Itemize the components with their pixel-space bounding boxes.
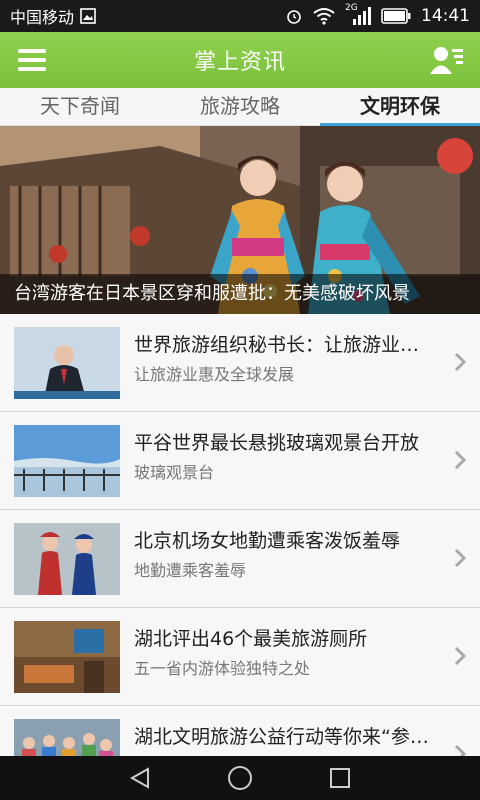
article-thumbnail [14,523,120,595]
page-title: 掌上资讯 [193,50,286,75]
list-item[interactable]: 湖北评出46个最美旅游厕所 五一省内游体验独特之处 [0,608,480,706]
article-thumbnail [14,719,120,756]
article-thumbnail [14,327,120,399]
status-bar: 中国移动 2G 14:41 [0,0,480,32]
menu-icon[interactable] [16,46,48,74]
home-icon[interactable] [227,765,253,791]
article-title: 湖北评出46个最美旅游厕所 [134,628,368,650]
article-subtitle: 地勤遭乘客羞辱 [134,561,247,580]
list-item[interactable]: 世界旅游组织秘书长：让旅游业惠及全球发展 让旅游业惠及全球发展 [0,314,480,412]
article-thumbnail [14,425,120,497]
system-nav-bar [0,756,480,800]
battery-icon [381,8,411,24]
chevron-right-icon [454,352,466,372]
carrier-label: 中国移动 [10,8,75,27]
app-header: 掌上资讯 [0,32,480,88]
tab-civilized-eco[interactable]: 文明环保 [320,88,480,126]
list-item[interactable]: 湖北文明旅游公益行动等你来“参与” [0,706,480,756]
tab-travel-guide[interactable]: 旅游攻略 [160,88,320,125]
chevron-right-icon [454,646,466,666]
signal-icon [353,7,371,25]
user-profile-icon[interactable] [430,44,464,76]
article-title: 世界旅游组织秘书长：让旅游业惠及全球发展 [134,334,434,356]
recents-icon[interactable] [328,766,352,790]
article-title: 平谷世界最长悬挑玻璃观景台开放 [134,432,420,454]
back-icon[interactable] [128,766,152,790]
chevron-right-icon [454,450,466,470]
article-subtitle: 让旅游业惠及全球发展 [134,365,295,384]
article-subtitle: 五一省内游体验独特之处 [134,659,311,678]
wifi-icon [313,8,335,25]
alarm-icon [287,10,301,24]
article-title: 北京机场女地勤遭乘客泼饭羞辱 [134,530,401,552]
category-tabs: 天下奇闻 旅游攻略 文明环保 [0,88,480,126]
tab-strange-news[interactable]: 天下奇闻 [0,88,160,125]
article-subtitle: 玻璃观景台 [134,463,215,482]
article-list: 世界旅游组织秘书长：让旅游业惠及全球发展 让旅游业惠及全球发展 平谷世界最长悬挑… [0,314,480,756]
list-item[interactable]: 北京机场女地勤遭乘客泼饭羞辱 地勤遭乘客羞辱 [0,510,480,608]
featured-banner[interactable]: 台湾游客在日本景区穿和服遭批：无美感破坏风景 [0,126,480,314]
list-item[interactable]: 平谷世界最长悬挑玻璃观景台开放 玻璃观景台 [0,412,480,510]
chevron-right-icon [454,744,466,756]
gallery-icon [80,8,96,24]
chevron-right-icon [454,548,466,568]
banner-caption: 台湾游客在日本景区穿和服遭批：无美感破坏风景 [0,274,480,314]
clock: 14:41 [421,6,470,26]
article-thumbnail [14,621,120,693]
article-title: 湖北文明旅游公益行动等你来“参与” [134,726,434,748]
